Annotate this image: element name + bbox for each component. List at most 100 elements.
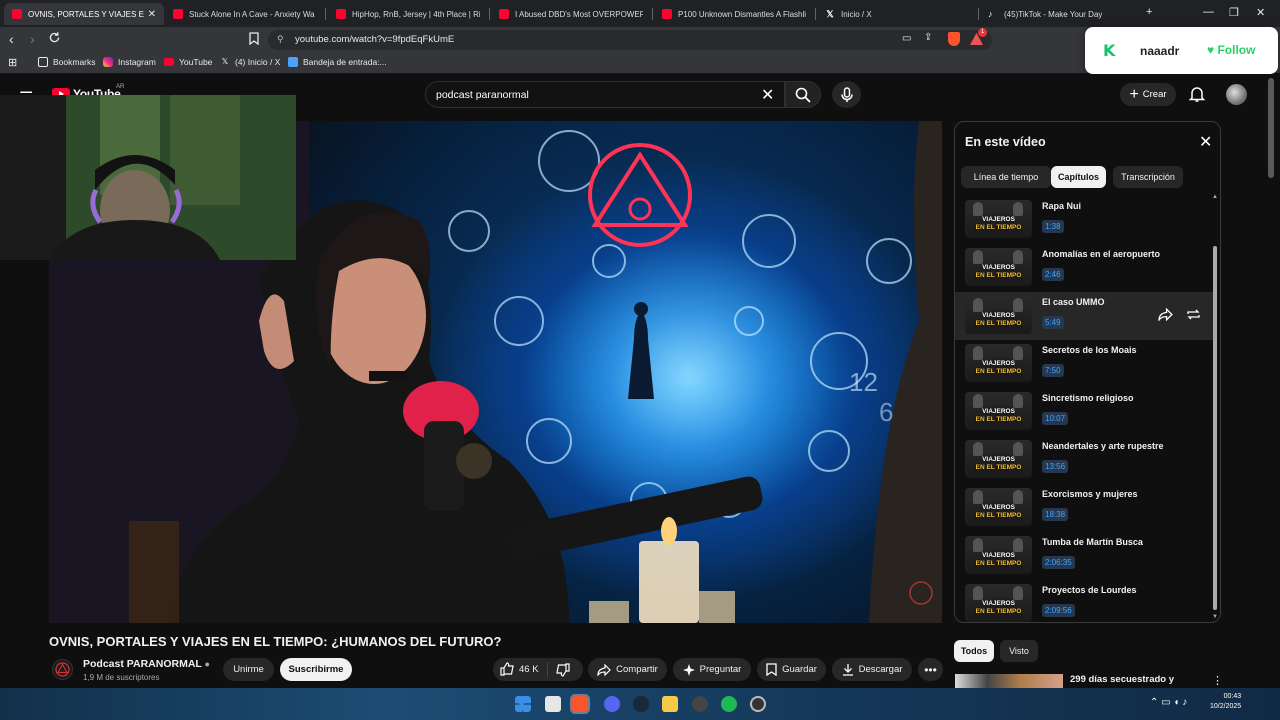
search-input[interactable]: podcast paranormal ✕ — [425, 81, 785, 108]
bookmark-page-button[interactable] — [249, 32, 259, 48]
search-button[interactable] — [785, 81, 821, 108]
chapter-thumbnail[interactable]: VIAJEROS EN EL TIEMPO — [965, 488, 1032, 526]
chapter-title[interactable]: Rapa Nui — [1042, 201, 1081, 211]
tab-youtube-video[interactable]: OVNIS, PORTALES Y VIAJES E ✕ — [4, 3, 164, 25]
download-button[interactable]: Descargar — [832, 658, 912, 681]
chapter-thumbnail[interactable]: VIAJEROS EN EL TIEMPO — [965, 536, 1032, 574]
chapter-title[interactable]: Secretos de los Moais — [1042, 345, 1137, 355]
dislike-button[interactable] — [556, 663, 570, 682]
chapter-title[interactable]: Tumba de Martín Busca — [1042, 537, 1143, 547]
chapter-thumbnail[interactable]: VIAJEROS EN EL TIEMPO — [965, 344, 1032, 382]
notifications-button[interactable] — [1188, 85, 1206, 108]
chapter-title[interactable]: Anomalías en el aeropuerto — [1042, 249, 1160, 259]
channel-name-text[interactable]: Podcast PARANORMAL — [83, 658, 202, 670]
address-bar[interactable]: ⚲ youtube.com/watch?v=9fpdEqFkUmE ▭ ⇪ 1 — [268, 28, 992, 50]
tab-dbd[interactable]: I Abused DBD's Most OVERPOWERE — [491, 3, 651, 25]
chapter-title[interactable]: Proyectos de Lourdes — [1042, 585, 1137, 595]
like-button[interactable] — [500, 662, 514, 681]
chapter-timestamp[interactable]: 18:38 — [1042, 508, 1069, 521]
recommended-more-icon[interactable]: ⋮ — [1212, 674, 1223, 687]
create-button[interactable]: + Crear — [1120, 83, 1176, 106]
search-value[interactable]: podcast paranormal — [436, 89, 529, 101]
chapter-timestamp[interactable]: 10:07 — [1042, 412, 1069, 425]
apps-grid-icon[interactable]: ⊞ — [8, 56, 17, 69]
chapter-thumbnail[interactable]: VIAJEROS EN EL TIEMPO — [965, 392, 1032, 430]
panel-scrollbar[interactable] — [1213, 246, 1217, 610]
cast-icon[interactable]: ▭ — [902, 33, 911, 44]
voice-search-button[interactable] — [832, 81, 861, 108]
discord-icon[interactable] — [604, 696, 620, 712]
join-button[interactable]: Unirme — [223, 658, 274, 681]
bookmark-youtube[interactable]: YouTube — [164, 57, 212, 67]
chapter-timestamp[interactable]: 13:56 — [1042, 460, 1069, 473]
close-window-button[interactable]: ✕ — [1256, 6, 1265, 19]
chapter-item[interactable]: VIAJEROS EN EL TIEMPO Tumba de Martín Busc… — [955, 532, 1213, 580]
chapter-title[interactable]: Sincretismo religioso — [1042, 393, 1134, 403]
new-tab-button[interactable]: + — [1146, 6, 1152, 18]
chapter-item[interactable]: VIAJEROS EN EL TIEMPO Anomalías en el aero… — [955, 244, 1213, 292]
chapter-timestamp[interactable]: 7:50 — [1042, 364, 1064, 377]
tab-chapters[interactable]: Capítulos — [1051, 166, 1106, 188]
chapter-item[interactable]: VIAJEROS EN EL TIEMPO Secretos de los Moai… — [955, 340, 1213, 388]
brave-shields-icon[interactable] — [948, 32, 960, 46]
scroll-up-arrow-icon[interactable]: ▲ — [1212, 194, 1218, 200]
bookmark-mail[interactable]: Bandeja de entrada:... — [288, 57, 387, 67]
steam-icon[interactable] — [633, 696, 649, 712]
minimize-button[interactable]: — — [1203, 6, 1214, 18]
taskbar-clock[interactable]: 00:43 10/2/2025 — [1210, 692, 1241, 712]
chapter-thumbnail[interactable]: VIAJEROS EN EL TIEMPO — [965, 440, 1032, 478]
chapter-thumbnail[interactable]: VIAJEROS EN EL TIEMPO — [965, 296, 1032, 334]
channel-avatar[interactable] — [52, 659, 73, 680]
chapter-timestamp[interactable]: 5:49 — [1042, 316, 1064, 329]
site-info-icon[interactable]: ⚲ — [277, 34, 284, 45]
share-button[interactable]: Compartir — [588, 658, 667, 681]
chapter-title[interactable]: El caso UMMO — [1042, 297, 1105, 307]
follow-button[interactable]: ♥ Follow — [1207, 43, 1255, 57]
filter-watched[interactable]: Visto — [1000, 640, 1038, 662]
account-avatar[interactable] — [1226, 84, 1247, 105]
chapter-timestamp[interactable]: 2:09:56 — [1042, 604, 1075, 617]
chapter-item[interactable]: VIAJEROS EN EL TIEMPO Rapa Nui 1:38 — [955, 196, 1213, 244]
spotify-icon[interactable] — [721, 696, 737, 712]
chapter-timestamp[interactable]: 1:38 — [1042, 220, 1064, 233]
system-tray-icons[interactable]: ⌃ ▭ ◖ ♪ — [1150, 697, 1187, 708]
chapter-title[interactable]: Neandertales y arte rupestre — [1042, 441, 1164, 451]
tab-timeline[interactable]: Línea de tiempo — [961, 166, 1051, 188]
bookmark-instagram[interactable]: Instagram — [103, 57, 156, 67]
chapter-timestamp[interactable]: 2:06:35 — [1042, 556, 1075, 569]
chapter-item[interactable]: VIAJEROS EN EL TIEMPO Neandertales y arte … — [955, 436, 1213, 484]
channel-name[interactable]: Podcast PARANORMAL ● — [83, 658, 210, 670]
share-chapter-button[interactable] — [1158, 307, 1173, 326]
save-button[interactable]: Guardar — [757, 658, 826, 681]
forward-button[interactable]: › — [30, 31, 35, 47]
chapter-item[interactable]: VIAJEROS EN EL TIEMPO El caso UMMO 5:49 — [955, 292, 1213, 340]
ask-button[interactable]: Preguntar — [673, 658, 751, 681]
tab-transcript[interactable]: Transcripción — [1113, 166, 1183, 188]
task-view-icon[interactable] — [545, 696, 561, 712]
recommended-title[interactable]: 299 días secuestrado y — [1070, 674, 1174, 685]
close-tab-icon[interactable]: ✕ — [144, 9, 156, 20]
more-actions-button[interactable]: ••• — [918, 658, 943, 681]
obs-icon[interactable] — [750, 696, 766, 712]
like-count[interactable]: 46 K — [519, 664, 539, 675]
tab-p100[interactable]: P100 Unknown Dismantles A Flashlig — [654, 3, 814, 25]
chapter-item[interactable]: VIAJEROS EN EL TIEMPO Proyectos de Lourdes… — [955, 580, 1213, 622]
reload-button[interactable] — [48, 31, 61, 47]
tab-x-inicio[interactable]: 𝕏 Inicio / X — [817, 3, 977, 25]
clear-search-icon[interactable]: ✕ — [761, 85, 774, 105]
scroll-down-arrow-icon[interactable]: ▼ — [1212, 614, 1218, 620]
chapter-title[interactable]: Exorcismos y mujeres — [1042, 489, 1138, 499]
loop-chapter-button[interactable] — [1186, 308, 1201, 326]
subscribe-button[interactable]: Suscribirme — [280, 658, 352, 681]
recommended-thumbnail[interactable] — [955, 674, 1063, 688]
tab-tiktok[interactable]: ♪ (45)TikTok - Make Your Day — [980, 3, 1140, 25]
chapter-item[interactable]: VIAJEROS EN EL TIEMPO Exorcismos y mujeres… — [955, 484, 1213, 532]
tab-hiphop[interactable]: HipHop, RnB, Jersey | 4th Place | Rih — [328, 3, 488, 25]
maximize-button[interactable]: ❐ — [1229, 6, 1239, 19]
page-scrollbar[interactable] — [1268, 78, 1274, 178]
filter-all[interactable]: Todos — [954, 640, 994, 662]
close-panel-icon[interactable]: ✕ — [1199, 132, 1212, 152]
share-page-icon[interactable]: ⇪ — [924, 32, 932, 43]
brave-browser-icon[interactable] — [570, 694, 590, 714]
tab-stuck-alone[interactable]: Stuck Alone In A Cave - Anxiety Wa — [165, 3, 325, 25]
